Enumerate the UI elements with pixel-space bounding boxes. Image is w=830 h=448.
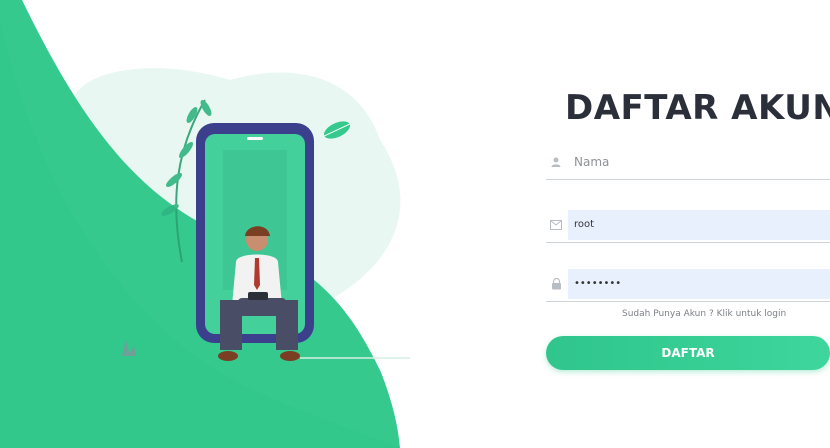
envelope-icon: [546, 219, 566, 230]
password-input[interactable]: ••••••••: [568, 268, 830, 299]
lock-icon: [546, 277, 566, 290]
login-link[interactable]: Sudah Punya Akun ? Klik untuk login: [622, 309, 786, 319]
user-icon: [546, 156, 566, 168]
nama-field[interactable]: Nama: [546, 144, 830, 180]
email-input[interactable]: root: [568, 209, 830, 240]
page-title: DAFTAR AKUN: [565, 88, 830, 128]
nama-input[interactable]: Nama: [568, 147, 830, 177]
password-field[interactable]: ••••••••: [546, 266, 830, 302]
daftar-button[interactable]: DAFTAR: [546, 336, 830, 370]
email-field[interactable]: root: [546, 207, 830, 243]
